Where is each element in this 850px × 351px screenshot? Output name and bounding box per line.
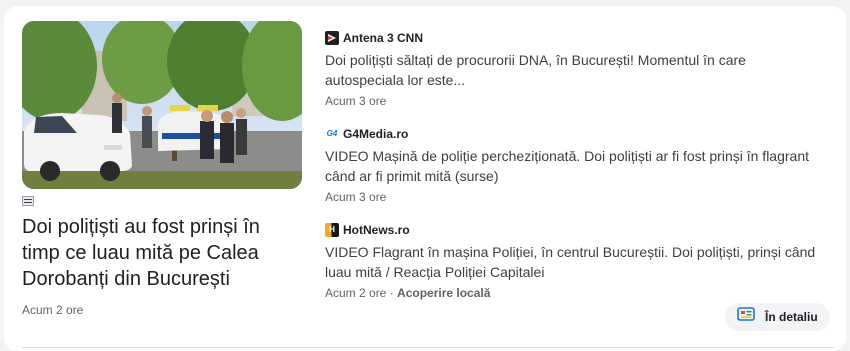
story-headline[interactable]: VIDEO Mașină de poliție percheziționată.… xyxy=(325,146,825,186)
story-headline[interactable]: Doi polițiști săltați de procurorii DNA,… xyxy=(325,50,825,90)
local-coverage-tag: Acoperire locală xyxy=(397,286,491,300)
story-source-row: H HotNews.ro xyxy=(325,222,825,238)
story-item[interactable]: Antena 3 CNN Doi polițiști săltați de pr… xyxy=(325,30,825,108)
antena3-logo-icon xyxy=(325,31,339,45)
divider xyxy=(22,347,834,348)
story-source-name: Antena 3 CNN xyxy=(343,31,424,45)
story-source-row: Antena 3 CNN xyxy=(325,30,825,46)
hero-source-logo-icon xyxy=(22,196,34,206)
full-coverage-icon xyxy=(737,306,755,328)
story-timestamp: Acum 2 ore xyxy=(325,286,387,300)
story-source-row: G4 G4Media.ro xyxy=(325,126,825,142)
story-timestamp: Acum 3 ore xyxy=(325,190,387,204)
g4media-logo-icon: G4 xyxy=(326,129,338,138)
story-meta: Acum 2 ore · Acoperire locală xyxy=(325,286,491,300)
full-coverage-label: În detaliu xyxy=(765,310,818,324)
hero-photo xyxy=(22,21,302,189)
story-source-name: HotNews.ro xyxy=(343,223,410,237)
full-coverage-button[interactable]: În detaliu xyxy=(725,303,830,331)
hero-headline[interactable]: Doi polițiști au fost prinși în timp ce … xyxy=(22,214,302,292)
story-source-name: G4Media.ro xyxy=(343,127,409,141)
story-timestamp: Acum 3 ore xyxy=(325,94,387,108)
story-item[interactable]: G4 G4Media.ro VIDEO Mașină de poliție pe… xyxy=(325,126,825,204)
story-headline[interactable]: VIDEO Flagrant în mașina Poliției, în ce… xyxy=(325,242,825,282)
story-item[interactable]: H HotNews.ro VIDEO Flagrant în mașina Po… xyxy=(325,222,825,300)
hero-timestamp: Acum 2 ore xyxy=(22,303,84,317)
hotnews-logo-icon: H xyxy=(325,223,339,237)
hero-image[interactable] xyxy=(22,21,302,189)
